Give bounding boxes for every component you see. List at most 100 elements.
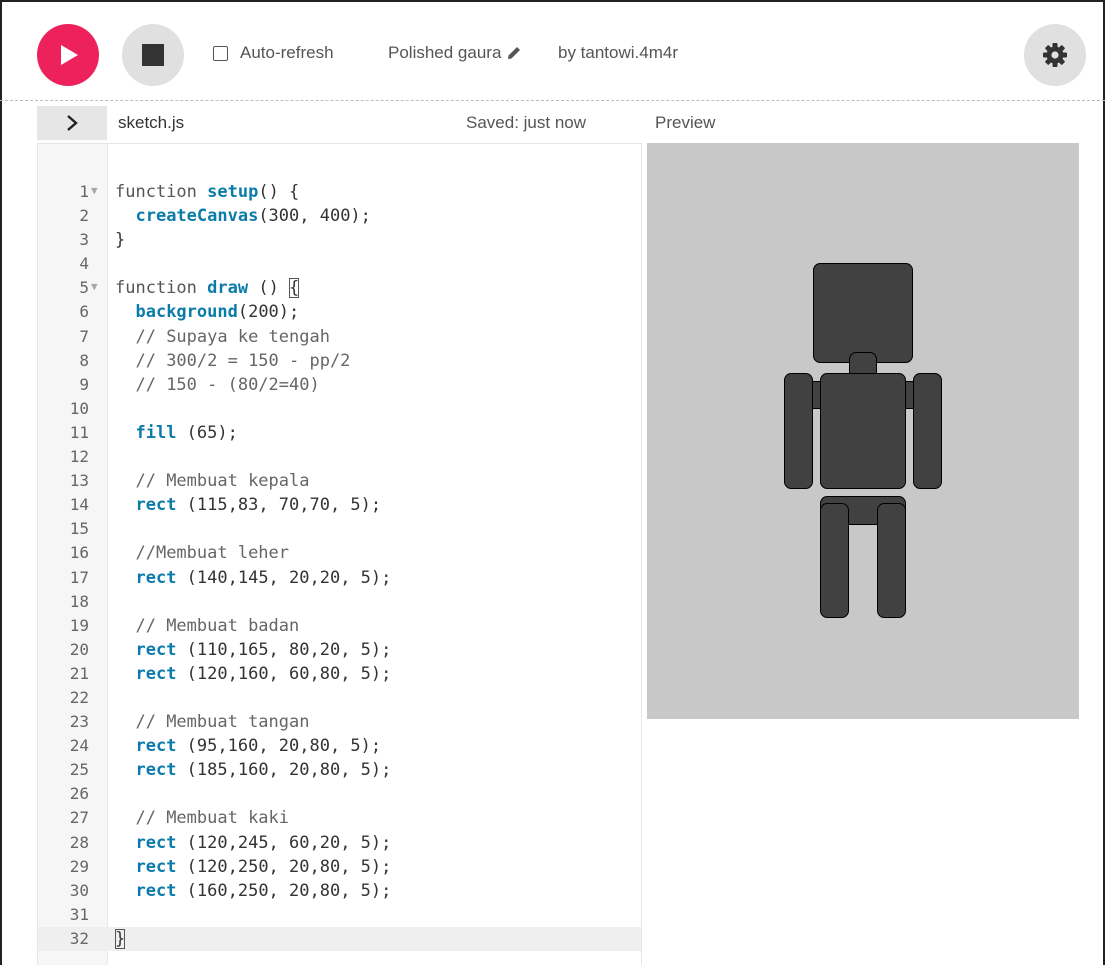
line-number: 16 xyxy=(69,543,89,563)
code-line[interactable]: 26 xyxy=(38,782,641,806)
figure-left-leg xyxy=(819,503,849,619)
code-text: // Membuat kepala xyxy=(135,471,310,492)
code-line[interactable]: 29 rect (120,250, 20,80, 5); xyxy=(38,855,641,879)
line-number: 32 xyxy=(69,928,89,948)
code-lines: 1 ▼ function setup() {2 createCanvas(300, … xyxy=(38,180,641,951)
line-number: 20 xyxy=(69,639,89,659)
auto-refresh-label: Auto-refresh xyxy=(240,43,334,62)
line-number: 17 xyxy=(69,567,89,587)
file-name[interactable]: sketch.js xyxy=(118,113,184,133)
code-line[interactable]: 7 // Supaya ke tengah xyxy=(38,325,641,349)
code-line[interactable]: 28 rect (120,245, 60,20, 5); xyxy=(38,831,641,855)
code-text: // 300/2 = 150 - pp/2 xyxy=(135,350,351,371)
code-line[interactable]: 15 xyxy=(38,517,641,541)
line-number: 30 xyxy=(69,880,89,900)
code-text: } xyxy=(115,928,126,949)
chevron-right-icon xyxy=(67,115,78,131)
line-number: 23 xyxy=(69,712,89,732)
code-text: rect (140,145, 20,20, 5); xyxy=(135,567,392,588)
code-line[interactable]: 2 createCanvas(300, 400); xyxy=(38,204,641,228)
line-number: 29 xyxy=(69,856,89,876)
code-text: } xyxy=(115,230,126,251)
settings-button[interactable] xyxy=(1024,24,1086,86)
pencil-icon[interactable] xyxy=(507,46,521,60)
code-line[interactable]: 32} xyxy=(38,926,641,951)
line-number: 14 xyxy=(69,495,89,515)
code-line[interactable]: 5 ▼ function draw () { xyxy=(38,276,641,300)
fold-arrow-icon[interactable]: ▼ xyxy=(91,275,98,299)
code-text: // 150 - (80/2=40) xyxy=(135,374,320,395)
line-number: 26 xyxy=(69,784,89,804)
code-editor[interactable]: 1 ▼ function setup() {2 createCanvas(300, … xyxy=(37,143,642,965)
line-number: 5 xyxy=(79,278,89,298)
code-line[interactable]: 8 // 300/2 = 150 - pp/2 xyxy=(38,349,641,373)
figure-head xyxy=(812,262,914,364)
code-text: rect (120,160, 60,80, 5); xyxy=(135,663,392,684)
code-text: function setup() { xyxy=(115,182,300,202)
code-line[interactable]: 3} xyxy=(38,228,641,252)
code-line[interactable]: 6 background(200); xyxy=(38,300,641,324)
line-number: 22 xyxy=(69,687,89,707)
line-number: 2 xyxy=(79,206,89,226)
code-line[interactable]: 22 xyxy=(38,686,641,710)
code-line[interactable]: 30 rect (160,250, 20,80, 5); xyxy=(38,879,641,903)
author-label[interactable]: by tantowi.4m4r xyxy=(558,43,678,63)
line-number: 27 xyxy=(69,808,89,828)
gear-icon xyxy=(1043,43,1067,67)
line-number: 1 xyxy=(79,182,89,201)
figure-body xyxy=(819,373,907,489)
line-number: 18 xyxy=(69,591,89,611)
line-number: 8 xyxy=(79,350,89,370)
code-line[interactable]: 11 fill (65); xyxy=(38,421,641,445)
code-line[interactable]: 9 // 150 - (80/2=40) xyxy=(38,373,641,397)
figure-right-leg xyxy=(877,503,907,619)
line-number: 13 xyxy=(69,471,89,491)
play-icon xyxy=(61,45,78,65)
code-line[interactable]: 17 rect (140,145, 20,20, 5); xyxy=(38,566,641,590)
code-line[interactable]: 13 // Membuat kepala xyxy=(38,469,641,493)
code-text: // Supaya ke tengah xyxy=(135,326,330,347)
preview-canvas xyxy=(647,143,1079,719)
code-line[interactable]: 19 // Membuat badan xyxy=(38,614,641,638)
code-text: fill (65); xyxy=(135,422,238,443)
expand-sidebar-button[interactable] xyxy=(37,106,107,140)
code-line[interactable]: 16 //Membuat leher xyxy=(38,541,641,565)
auto-refresh-checkbox[interactable] xyxy=(213,45,228,61)
line-number: 4 xyxy=(79,254,89,274)
stop-icon xyxy=(142,44,164,66)
code-text: rect (120,245, 60,20, 5); xyxy=(135,832,392,853)
line-number: 15 xyxy=(69,519,89,539)
toolbar: Auto-refresh Polished gaura by tantowi.4… xyxy=(0,0,1105,101)
code-line[interactable]: 25 rect (185,160, 20,80, 5); xyxy=(38,758,641,782)
code-line[interactable]: 31 xyxy=(38,903,641,927)
code-line[interactable]: 18 xyxy=(38,590,641,614)
code-line[interactable]: 14 rect (115,83, 70,70, 5); xyxy=(38,493,641,517)
line-number: 12 xyxy=(69,447,89,467)
code-text: createCanvas(300, 400); xyxy=(135,206,371,227)
code-line[interactable]: 10 xyxy=(38,397,641,421)
code-line[interactable]: 12 xyxy=(38,445,641,469)
line-number: 21 xyxy=(69,663,89,683)
sketch-name[interactable]: Polished gaura xyxy=(388,43,521,63)
stop-button[interactable] xyxy=(122,24,184,86)
preview-label: Preview xyxy=(655,113,716,132)
code-line[interactable]: 1 ▼ function setup() { xyxy=(38,180,641,204)
code-text: rect (120,250, 20,80, 5); xyxy=(135,856,392,877)
code-text: rect (160,250, 20,80, 5); xyxy=(135,880,392,901)
line-number: 11 xyxy=(69,422,89,442)
line-number: 9 xyxy=(79,374,89,394)
play-button[interactable] xyxy=(37,24,99,86)
auto-refresh-toggle[interactable]: Auto-refresh xyxy=(213,43,334,63)
code-line[interactable]: 20 rect (110,165, 80,20, 5); xyxy=(38,638,641,662)
sketch-name-label: Polished gaura xyxy=(388,43,502,62)
line-number: 28 xyxy=(69,832,89,852)
line-number: 31 xyxy=(69,904,89,924)
fold-arrow-icon[interactable]: ▼ xyxy=(91,179,98,203)
figure-right-arm xyxy=(913,373,943,489)
code-line[interactable]: 4 xyxy=(38,252,641,276)
code-line[interactable]: 27 // Membuat kaki xyxy=(38,806,641,830)
code-line[interactable]: 23 // Membuat tangan xyxy=(38,710,641,734)
code-text: // Membuat kaki xyxy=(135,808,290,829)
code-line[interactable]: 21 rect (120,160, 60,80, 5); xyxy=(38,662,641,686)
code-line[interactable]: 24 rect (95,160, 20,80, 5); xyxy=(38,734,641,758)
